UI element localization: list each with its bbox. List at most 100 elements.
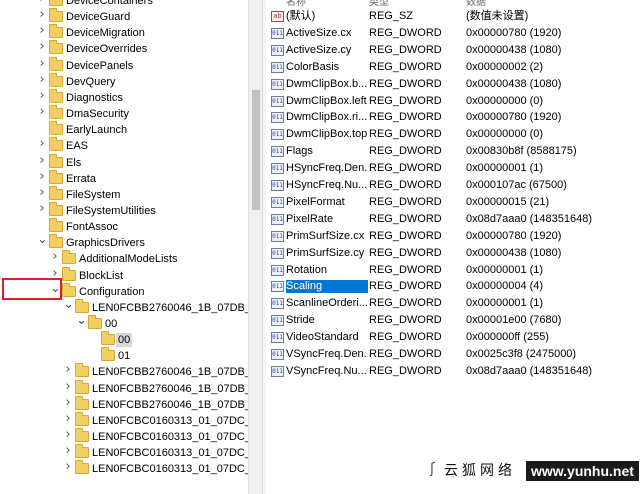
chevron-right-icon[interactable]: › (37, 202, 47, 215)
chevron-down-icon[interactable]: ⌄ (76, 314, 87, 327)
value-row[interactable]: 011 Scaling REG_DWORD 0x00000004 (4) (266, 278, 640, 295)
tree-item[interactable]: › Diagnostics (0, 88, 248, 106)
tree-item-label: DeviceOverrides (66, 43, 148, 56)
folder-icon (49, 153, 63, 168)
tree-item[interactable]: › LEN0FCBB2760046_1B_07DB_F6^I (0, 363, 262, 380)
value-row[interactable]: 011 HSyncFreq.Den... REG_DWORD 0x00000001 (… (266, 160, 640, 177)
chevron-right-icon[interactable]: › (63, 363, 73, 376)
value-type: REG_DWORD (369, 229, 442, 242)
column-header-name[interactable]: 名称 (286, 0, 306, 8)
tree-item[interactable]: › LEN0FCBC0160313_01_07DC_19^I (0, 428, 262, 445)
tree-item[interactable]: › DevQuery (0, 72, 248, 90)
value-row[interactable]: 011 PixelFormat REG_DWORD 0x00000015 (21) (266, 194, 640, 211)
value-row[interactable]: 011 ActiveSize.cx REG_DWORD 0x00000780 (192… (266, 25, 640, 42)
folder-icon (75, 395, 89, 410)
value-row[interactable]: 011 VSyncFreq.Nu... REG_DWORD 0x08d7aaa0 (1… (266, 363, 640, 380)
value-row[interactable]: 011 DwmClipBox.b... REG_DWORD 0x00000438 (1… (266, 76, 640, 93)
tree-item[interactable]: › LEN0FCBC0160313_01_07DC_19^L (0, 411, 262, 429)
tree-item[interactable]: › Els (0, 153, 248, 171)
value-type: REG_DWORD (369, 280, 442, 293)
column-header-data[interactable]: 数据 (466, 0, 486, 8)
tree-item[interactable]: › DeviceContainers (0, 0, 248, 9)
tree-item[interactable]: EarlyLaunch (0, 121, 248, 138)
string-icon: ab (271, 11, 284, 22)
chevron-right-icon[interactable]: › (50, 250, 60, 263)
tree-item[interactable]: ⌄ GraphicsDrivers (0, 233, 248, 251)
tree-item-label: LEN0FCBB2760046_1B_07DB_F6+I (92, 398, 262, 411)
chevron-right-icon[interactable]: › (63, 412, 73, 425)
value-type: REG_DWORD (369, 212, 442, 225)
chevron-right-icon[interactable]: › (63, 460, 73, 473)
value-name: Stride (286, 314, 315, 327)
tree-scrollbar[interactable] (248, 0, 262, 494)
tree-scrollbar-thumb[interactable] (252, 90, 260, 210)
tree-item[interactable]: › Errata (0, 169, 248, 187)
tree-item[interactable]: › AdditionalModeLists (0, 250, 248, 267)
tree-item[interactable]: › FileSystem (0, 185, 248, 203)
value-row[interactable]: 011 Flags REG_DWORD 0x00830b8f (8588175) (266, 143, 640, 160)
tree-item[interactable]: › EAS (0, 137, 248, 154)
value-row[interactable]: 011 ColorBasis REG_DWORD 0x00000002 (2) (266, 59, 640, 76)
value-row[interactable]: 011 PrimSurfSize.cx REG_DWORD 0x00000780 (1… (266, 228, 640, 245)
column-header-type[interactable]: 类型 (369, 0, 389, 8)
chevron-right-icon[interactable]: › (37, 40, 47, 53)
value-row[interactable]: ab (默认) REG_SZ (数值未设置) (266, 8, 640, 25)
chevron-right-icon[interactable]: › (37, 57, 47, 70)
value-row[interactable]: 011 VSyncFreq.Den... REG_DWORD 0x0025c3f8 (… (266, 346, 640, 363)
chevron-down-icon[interactable]: ⌄ (63, 298, 74, 311)
value-data: 0x00000438 (1080) (466, 43, 562, 56)
tree-item[interactable]: › DmaSecurity (0, 105, 248, 122)
tree-item[interactable]: 01 (0, 347, 248, 364)
chevron-right-icon[interactable]: › (37, 0, 47, 5)
chevron-right-icon[interactable]: › (63, 428, 73, 441)
chevron-right-icon[interactable]: › (37, 154, 47, 167)
tree-item[interactable]: › DeviceGuard (0, 8, 248, 25)
dword-icon: 011 (271, 315, 284, 327)
value-row[interactable]: 011 DwmClipBox.left REG_DWORD 0x00000000 (0… (266, 93, 640, 110)
value-data: 0x00000001 (1) (466, 297, 544, 310)
watermark-chinese-text: 云狐网络 (444, 462, 516, 478)
value-row[interactable]: 011 PrimSurfSize.cy REG_DWORD 0x00000438 (1… (266, 245, 640, 262)
folder-icon (62, 266, 76, 281)
tree-item[interactable]: › DevicePanels (0, 56, 248, 74)
dword-icon: 011 (271, 264, 284, 276)
chevron-right-icon[interactable]: › (37, 105, 47, 118)
value-row[interactable]: 011 PixelRate REG_DWORD 0x08d7aaa0 (1483516… (266, 211, 640, 228)
tree-item[interactable]: › DeviceMigration (0, 24, 248, 41)
chevron-right-icon[interactable]: › (37, 89, 47, 102)
tree-item[interactable]: › LEN0FCBB2760046_1B_07DB_F6+I (0, 379, 262, 397)
value-row[interactable]: 011 Rotation REG_DWORD 0x00000001 (1) (266, 262, 640, 279)
tree-item[interactable]: › FileSystemUtilities (0, 201, 248, 219)
tree-item[interactable]: 00 (0, 331, 248, 348)
tree-item[interactable]: ⌄ LEN0FCBB2760046_1B_07DB_F6^L (0, 298, 262, 316)
chevron-right-icon[interactable]: › (37, 8, 47, 21)
chevron-right-icon[interactable]: › (37, 186, 47, 199)
value-row[interactable]: 011 DwmClipBox.ri... REG_DWORD 0x00000780 (… (266, 109, 640, 126)
chevron-right-icon[interactable]: › (37, 137, 47, 150)
folder-icon (49, 218, 63, 233)
folder-icon (49, 40, 63, 55)
tree-item[interactable]: › LEN0FCBB2760046_1B_07DB_F6+I (0, 395, 262, 413)
chevron-down-icon[interactable]: ⌄ (37, 233, 48, 246)
tree-item[interactable]: ⌄ 00 (0, 314, 248, 332)
value-row[interactable]: 011 Stride REG_DWORD 0x00001e00 (7680) (266, 312, 640, 329)
value-row[interactable]: 011 HSyncFreq.Nu... REG_DWORD 0x000107ac (6… (266, 177, 640, 194)
value-data: 0x00000000 (0) (466, 128, 544, 141)
tree-item[interactable]: › DeviceOverrides (0, 40, 248, 57)
chevron-right-icon[interactable]: › (37, 170, 47, 183)
dword-icon: 011 (271, 112, 284, 124)
chevron-right-icon[interactable]: › (63, 396, 73, 409)
chevron-right-icon[interactable]: › (37, 73, 47, 86)
value-row[interactable]: 011 DwmClipBox.top REG_DWORD 0x00000000 (0) (266, 126, 640, 143)
tree-item[interactable]: › LEN0FCBC0160313_01_07DC_19+I (0, 444, 262, 461)
tree-item[interactable]: › LEN0FCBC0160313_01_07DC_19+I (0, 460, 262, 477)
watermark-logo-icon: ʃ (430, 461, 435, 477)
value-row[interactable]: 011 ActiveSize.cy REG_DWORD 0x00000438 (108… (266, 42, 640, 59)
chevron-right-icon[interactable]: › (37, 24, 47, 37)
value-row[interactable]: 011 ScanlineOrderi... REG_DWORD 0x00000001 … (266, 295, 640, 312)
value-row[interactable]: 011 VideoStandard REG_DWORD 0x000000ff (255… (266, 329, 640, 346)
value-name: DwmClipBox.top (286, 128, 368, 141)
chevron-right-icon[interactable]: › (63, 380, 73, 393)
chevron-right-icon[interactable]: › (63, 444, 73, 457)
dword-icon: 011 (271, 78, 284, 90)
